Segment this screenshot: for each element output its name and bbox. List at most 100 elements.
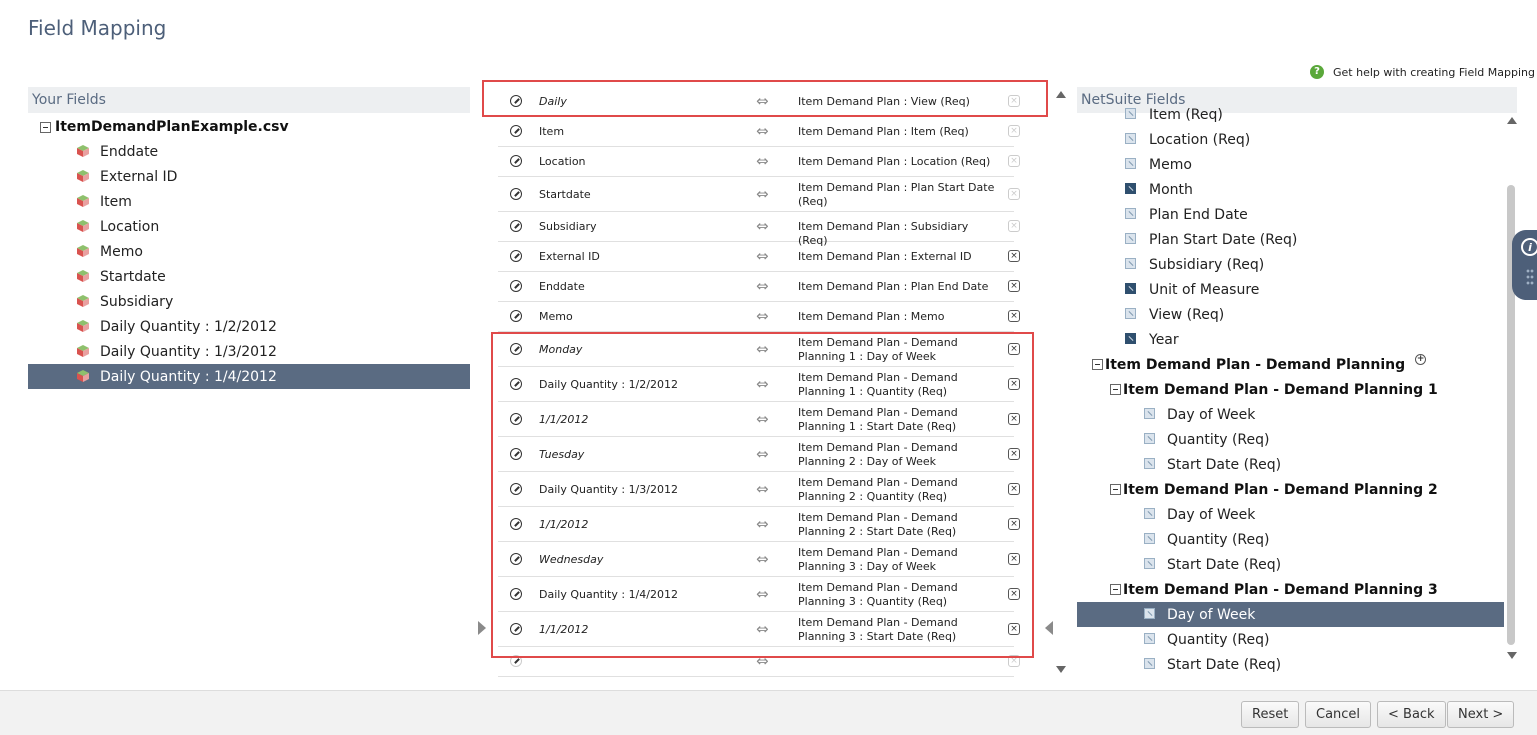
mapping-row[interactable]: 1/1/2012 ⇔ Item Demand Plan - Demand Plann… [498,612,1020,647]
back-button[interactable]: < Back [1377,701,1446,728]
cancel-button[interactable]: Cancel [1305,701,1372,728]
remove-mapping-icon[interactable]: × [1008,377,1020,390]
your-field-item[interactable]: Daily Quantity : 1/3/2012 [28,339,470,364]
edit-pencil-icon[interactable] [510,95,522,107]
your-field-item[interactable]: Memo [28,239,470,264]
remove-mapping-icon[interactable]: × [1008,125,1020,137]
netsuite-field-item[interactable]: Quantity (Req) [1077,627,1504,652]
mapping-row[interactable]: 1/1/2012 ⇔ Item Demand Plan - Demand Plann… [498,507,1020,542]
netsuite-field-item[interactable]: Year [1077,327,1504,352]
edit-pencil-icon[interactable] [510,482,522,495]
netsuite-field-item[interactable]: Item (Req) [1077,102,1504,127]
remove-mapping-icon[interactable]: × [1008,447,1020,460]
remove-mapping-icon[interactable]: × [1008,482,1020,495]
mapping-row[interactable]: Monday ⇔ Item Demand Plan - Demand Plannin… [498,332,1020,367]
mapping-row[interactable]: Tuesday ⇔ Item Demand Plan - Demand Planni… [498,437,1020,472]
mapping-row[interactable]: Wednesday ⇔ Item Demand Plan - Demand Plan… [498,542,1020,577]
mapping-row[interactable]: Daily Quantity : 1/3/2012 ⇔ Item Demand Pl… [498,472,1020,507]
netsuite-group[interactable]: Item Demand Plan - Demand Planning 1 [1077,377,1504,402]
netsuite-group[interactable]: Item Demand Plan - Demand Planning 2 [1077,477,1504,502]
mapping-scroll-up-icon[interactable] [1056,91,1066,98]
netsuite-field-item[interactable]: Day of Week [1077,502,1504,527]
edit-pencil-icon[interactable] [510,622,522,635]
remove-mapping-icon[interactable]: × [1008,412,1020,425]
netsuite-scroll-down-icon[interactable] [1507,652,1517,659]
edit-pencil-icon[interactable] [510,342,522,355]
your-field-item[interactable]: Item [28,189,470,214]
next-button[interactable]: Next > [1447,701,1515,728]
edit-pencil-icon[interactable] [510,552,522,565]
your-field-item[interactable]: Location [28,214,470,239]
reset-button[interactable]: Reset [1241,701,1300,728]
edit-pencil-icon[interactable] [510,280,522,292]
netsuite-field-item[interactable]: View (Req) [1077,302,1504,327]
netsuite-field-item[interactable]: Start Date (Req) [1077,552,1504,577]
remove-mapping-icon[interactable]: × [1008,280,1020,292]
your-field-item[interactable]: Enddate [28,139,470,164]
edit-pencil-icon[interactable] [510,250,522,262]
map-right-arrow-icon[interactable] [1045,621,1053,635]
remove-mapping-icon[interactable]: × [1008,587,1020,600]
collapse-icon[interactable] [1110,584,1121,595]
edit-pencil-icon[interactable] [510,412,522,425]
add-group-icon[interactable]: + [1415,354,1427,365]
your-field-item[interactable]: Subsidiary [28,289,470,314]
collapse-icon[interactable] [1092,359,1103,370]
mapping-row[interactable]: Location ⇔ Item Demand Plan : Location (Re… [498,147,1020,177]
collapse-icon[interactable] [1110,384,1121,395]
netsuite-field-item[interactable]: Quantity (Req) [1077,427,1504,452]
mapping-row[interactable]: Startdate ⇔ Item Demand Plan : Plan Start … [498,177,1020,212]
your-field-item[interactable]: Daily Quantity : 1/2/2012 [28,314,470,339]
remove-mapping-icon[interactable]: × [1008,622,1020,635]
your-field-item[interactable]: Startdate [28,264,470,289]
remove-mapping-icon[interactable]: × [1008,95,1020,107]
netsuite-field-item[interactable]: Plan End Date [1077,202,1504,227]
netsuite-field-item[interactable]: Memo [1077,152,1504,177]
your-field-item[interactable]: External ID [28,164,470,189]
netsuite-field-item[interactable]: Start Date (Req) [1077,652,1504,677]
netsuite-field-item[interactable]: Plan Start Date (Req) [1077,227,1504,252]
edit-pencil-icon[interactable] [510,187,522,200]
edit-pencil-icon[interactable] [510,310,522,322]
netsuite-field-item[interactable]: Day of Week [1077,602,1504,627]
remove-mapping-icon[interactable]: × [1008,250,1020,262]
remove-mapping-icon[interactable]: × [1008,517,1020,530]
netsuite-group[interactable]: Item Demand Plan - Demand Planning + [1077,352,1504,377]
remove-mapping-icon[interactable]: × [1008,155,1020,167]
help-link[interactable]: ? Get help with creating Field Mapping [1310,65,1535,79]
mapping-row[interactable]: ⇔ × [498,647,1020,677]
edit-pencil-icon[interactable] [510,447,522,460]
mapping-row[interactable]: Subsidiary ⇔ Item Demand Plan : Subsidiary… [498,212,1020,247]
edit-pencil-icon[interactable] [510,517,522,530]
netsuite-field-item[interactable]: Subsidiary (Req) [1077,252,1504,277]
edit-pencil-icon[interactable] [510,155,522,167]
map-left-arrow-icon[interactable] [478,621,486,635]
mapping-row[interactable]: Daily Quantity : 1/4/2012 ⇔ Item Demand Pl… [498,577,1020,612]
collapse-icon[interactable] [1110,484,1121,495]
mapping-row[interactable]: 1/1/2012 ⇔ Item Demand Plan - Demand Plann… [498,402,1020,437]
remove-mapping-icon[interactable]: × [1008,220,1020,232]
netsuite-field-item[interactable]: Day of Week [1077,402,1504,427]
netsuite-group[interactable]: Item Demand Plan - Demand Planning 3 [1077,577,1504,602]
remove-mapping-icon[interactable]: × [1008,310,1020,322]
netsuite-field-item[interactable]: Start Date (Req) [1077,452,1504,477]
netsuite-field-item[interactable]: Quantity (Req) [1077,527,1504,552]
mapping-row[interactable]: Enddate ⇔ Item Demand Plan : Plan End Date… [498,272,1020,302]
netsuite-field-item[interactable]: Location (Req) [1077,127,1504,152]
file-tree-root[interactable]: ItemDemandPlanExample.csv [40,118,289,136]
remove-mapping-icon[interactable]: × [1008,552,1020,565]
mapping-scroll-down-icon[interactable] [1056,666,1066,673]
info-side-tab[interactable]: i [1512,230,1537,300]
edit-pencil-icon[interactable] [510,125,522,137]
edit-pencil-icon[interactable] [510,655,522,667]
mapping-row[interactable]: Daily ⇔ Item Demand Plan : View (Req) × [498,87,1020,117]
remove-mapping-icon[interactable]: × [1008,342,1020,355]
edit-pencil-icon[interactable] [510,377,522,390]
remove-mapping-icon[interactable]: × [1008,655,1020,667]
collapse-icon[interactable] [40,121,51,133]
netsuite-field-item[interactable]: Unit of Measure [1077,277,1504,302]
remove-mapping-icon[interactable]: × [1008,187,1020,200]
mapping-row[interactable]: External ID ⇔ Item Demand Plan : External … [498,242,1020,272]
netsuite-field-item[interactable]: Month [1077,177,1504,202]
mapping-row[interactable]: Daily Quantity : 1/2/2012 ⇔ Item Demand Pl… [498,367,1020,402]
